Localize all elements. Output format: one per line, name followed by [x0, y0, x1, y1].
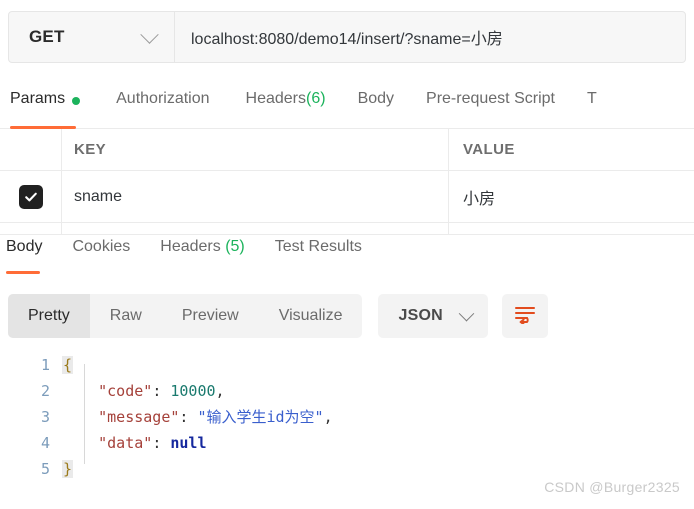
active-response-tab-underline	[6, 271, 41, 274]
tab-pre-request-script[interactable]: Pre-request Script	[426, 88, 555, 128]
tab-params[interactable]: Params	[0, 88, 81, 129]
format-visualize-label: Visualize	[278, 307, 343, 324]
format-pretty-button[interactable]: Pretty	[8, 294, 90, 338]
code-line-3: "message": "输入学生id为空",	[62, 404, 694, 430]
tab-authorization[interactable]: Authorization	[116, 88, 209, 128]
format-preview-button[interactable]: Preview	[162, 294, 259, 338]
params-table: KEY VALUE sname 小房	[0, 129, 694, 235]
json-value-message: "输入学生id为空"	[197, 408, 324, 426]
line-number: 2	[40, 382, 50, 400]
response-tabs: Body Cookies Headers (5) Test Results	[0, 238, 694, 276]
table-row[interactable]: sname 小房	[0, 171, 694, 223]
json-colon: :	[152, 434, 171, 452]
params-active-dot-icon	[72, 97, 81, 105]
response-tab-headers-label: Headers	[160, 238, 226, 255]
tab-params-label: Params	[10, 90, 66, 107]
response-language-dropdown[interactable]: JSON	[378, 294, 488, 338]
tab-authorization-label: Authorization	[116, 90, 210, 107]
header-cell-checkbox	[0, 129, 62, 170]
line-number: 4	[40, 434, 50, 452]
tab-tests-label: T	[586, 90, 597, 107]
line-number: 1	[40, 356, 50, 374]
wrap-text-icon	[514, 304, 536, 329]
format-segment-group: Pretty Raw Preview Visualize	[8, 294, 363, 338]
response-tab-body[interactable]: Body	[0, 238, 42, 274]
response-body-code-viewer[interactable]: 1 2 3 4 5 { "code": 10000, "message": "输…	[0, 352, 694, 492]
json-value-code: 10000	[170, 382, 216, 400]
format-visualize-button[interactable]: Visualize	[259, 294, 363, 338]
code-content: { "code": 10000, "message": "输入学生id为空", …	[62, 352, 694, 492]
column-header-value: VALUE	[463, 141, 515, 158]
response-tab-headers-count: (5)	[225, 238, 245, 255]
code-line-2: "code": 10000,	[62, 378, 694, 404]
column-header-key: KEY	[74, 141, 107, 158]
tab-body[interactable]: Body	[358, 88, 394, 128]
json-close-brace: }	[62, 460, 74, 478]
header-cell-key: KEY	[62, 129, 449, 170]
json-value-data: null	[170, 434, 207, 452]
http-method-label: GET	[29, 27, 65, 46]
chevron-down-icon	[140, 24, 159, 44]
tab-headers-label: Headers	[245, 90, 306, 107]
line-number: 3	[40, 408, 50, 426]
table-header-row: KEY VALUE	[0, 129, 694, 171]
request-url-bar: GET localhost:8080/demo14/insert/?sname=…	[8, 11, 686, 63]
json-key-code: "code"	[98, 382, 153, 400]
response-format-bar: Pretty Raw Preview Visualize JSON	[8, 294, 548, 338]
response-tab-cookies[interactable]: Cookies	[72, 238, 130, 274]
header-cell-value: VALUE	[449, 129, 694, 170]
tab-pre-request-script-label: Pre-request Script	[426, 90, 555, 107]
tab-headers-count: (6)	[306, 90, 326, 107]
format-pretty-label: Pretty	[28, 307, 70, 324]
json-comma: ,	[323, 408, 333, 426]
url-input[interactable]: localhost:8080/demo14/insert/?sname=小房	[175, 12, 685, 62]
code-line-1: {	[62, 352, 694, 378]
http-method-dropdown[interactable]: GET	[9, 12, 175, 62]
code-fold-guide	[84, 364, 85, 464]
row-value-cell[interactable]: 小房	[449, 171, 694, 222]
code-line-4: "data": null	[62, 430, 694, 456]
row-checkbox-cell	[0, 171, 62, 222]
json-key-data: "data"	[98, 434, 153, 452]
tab-headers[interactable]: Headers (6)	[246, 88, 326, 128]
param-enabled-checkbox[interactable]	[18, 184, 43, 209]
json-colon: :	[152, 382, 171, 400]
table-empty-row	[0, 223, 694, 235]
response-tab-cookies-label: Cookies	[72, 238, 131, 255]
code-line-number-gutter: 1 2 3 4 5	[0, 352, 62, 492]
empty-checkbox-cell	[0, 223, 62, 234]
tab-tests[interactable]: T	[587, 88, 597, 128]
format-preview-label: Preview	[181, 307, 239, 324]
chevron-down-icon	[458, 305, 475, 321]
empty-key-cell[interactable]	[62, 223, 449, 234]
watermark: CSDN @Burger2325	[544, 479, 680, 495]
response-tab-test-results[interactable]: Test Results	[275, 238, 362, 274]
param-value-value: 小房	[463, 190, 496, 208]
row-key-cell[interactable]: sname	[62, 171, 449, 222]
tab-body-label: Body	[357, 90, 395, 107]
json-colon: :	[179, 408, 198, 426]
line-number: 5	[40, 460, 50, 478]
json-comma: ,	[215, 382, 225, 400]
response-tab-headers[interactable]: Headers (5)	[160, 238, 244, 274]
format-raw-button[interactable]: Raw	[90, 294, 162, 338]
format-raw-label: Raw	[109, 307, 142, 324]
param-key-value: sname	[74, 187, 123, 205]
json-key-message: "message"	[98, 408, 180, 426]
empty-value-cell[interactable]	[449, 223, 694, 234]
wrap-text-button[interactable]	[501, 294, 548, 338]
response-tab-test-results-label: Test Results	[274, 238, 362, 255]
request-tabs: Params Authorization Headers (6) Body Pr…	[0, 88, 694, 129]
response-tab-body-label: Body	[6, 238, 43, 255]
response-language-label: JSON	[398, 307, 443, 324]
json-open-brace: {	[62, 356, 74, 374]
